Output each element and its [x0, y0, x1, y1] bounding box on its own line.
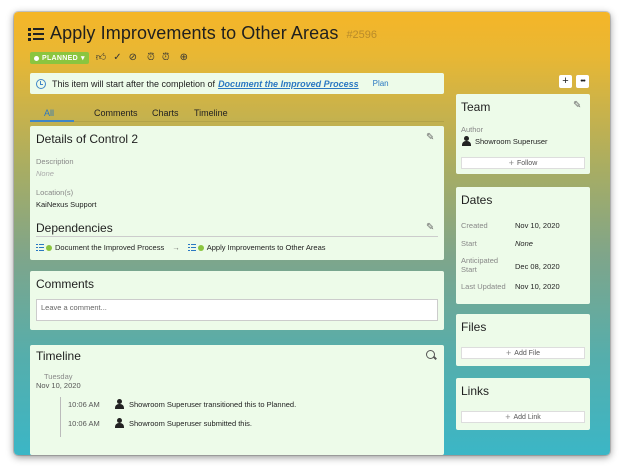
locations-label: Location(s)	[36, 188, 74, 197]
page-title: Apply Improvements to Other Areas	[50, 23, 339, 43]
follow-button[interactable]: + Follow	[461, 157, 585, 169]
zoom-in-icon[interactable]: ⊕	[180, 53, 188, 63]
tab-timeline[interactable]: Timeline	[194, 108, 228, 118]
created-label: Created	[461, 221, 488, 230]
list-icon	[187, 244, 196, 251]
timeline-line	[60, 397, 61, 437]
dependencies-title: Dependencies	[36, 221, 113, 235]
divider	[36, 236, 438, 237]
timeline-card: Timeline Tuesday Nov 10, 2020 10:06 AM S…	[30, 345, 444, 455]
author-label: Author	[461, 125, 484, 134]
stop-circle-icon[interactable]: ⊘	[129, 53, 137, 63]
anticipated-start-value: Dec 08, 2020	[515, 262, 560, 271]
dependency-from[interactable]: Document the Improved Process	[55, 243, 164, 252]
alarm-clock-icon[interactable]: ⏰︎	[147, 53, 155, 63]
plan-link[interactable]: Plan	[373, 79, 389, 88]
chevron-down-icon: ▾	[80, 55, 85, 62]
dependency-chain: Document the Improved Process → Apply Im…	[36, 243, 326, 252]
description-value: None	[36, 169, 54, 178]
team-title: Team	[461, 100, 491, 114]
last-updated-label: Last Updated	[461, 282, 506, 291]
add-button[interactable]: +	[559, 75, 572, 88]
plus-icon: +	[508, 158, 515, 168]
description-label: Description	[36, 157, 74, 166]
event-time: 10:06 AM	[68, 419, 100, 428]
alarm-clock-icon[interactable]: ⏰︎	[162, 53, 170, 63]
comments-title: Comments	[36, 277, 95, 291]
item-id: #2596	[346, 28, 378, 41]
checkmark-circle-icon[interactable]: ✓	[113, 53, 121, 63]
status-dot-icon	[197, 244, 204, 251]
anticipated-start-label: Anticipated Start	[461, 256, 499, 274]
title-row: Apply Improvements to Other Areas #2596	[28, 23, 377, 44]
banner-text: This item will start after the completio…	[52, 78, 216, 89]
add-link-button[interactable]: + Add Link	[461, 411, 585, 423]
status-toolbar: PLANNED ▾ 👍︎ ✓ ⊘ ⏰︎ ⏰︎ ⊕	[30, 52, 188, 64]
list-icon	[36, 244, 44, 251]
locations-value: KaiNexus Support	[36, 200, 97, 209]
tab-bar: All Comments Charts Timeline	[30, 106, 444, 122]
app-window: Apply Improvements to Other Areas #2596 …	[14, 12, 610, 455]
active-tab-indicator	[30, 120, 74, 122]
timeline-day: Tuesday	[44, 372, 73, 381]
tab-comments[interactable]: Comments	[94, 108, 138, 118]
plus-icon: +	[505, 412, 511, 422]
banner-dependency-link[interactable]: Document the Improved Process	[218, 79, 359, 89]
links-card: Links + Add Link	[456, 378, 590, 430]
author-name[interactable]: Showroom Superuser	[475, 137, 548, 146]
team-card: Team ✎ Author Showroom Superuser + Follo…	[456, 94, 590, 174]
edit-pencil-icon[interactable]: ✎	[573, 100, 581, 111]
event-time: 10:06 AM	[68, 400, 100, 409]
comments-card: Comments Leave a comment...	[30, 271, 444, 330]
timeline-date: Nov 10, 2020	[36, 381, 81, 390]
dependency-banner: This item will start after the completio…	[30, 73, 444, 94]
dependency-to[interactable]: Apply Improvements to Other Areas	[207, 243, 326, 252]
last-updated-value: Nov 10, 2020	[515, 282, 560, 291]
status-badge[interactable]: PLANNED ▾	[30, 52, 89, 64]
user-icon	[115, 399, 124, 409]
comment-input[interactable]: Leave a comment...	[36, 299, 438, 321]
user-icon	[115, 418, 124, 428]
status-dot-icon	[34, 55, 39, 61]
dates-title: Dates	[461, 193, 493, 207]
event-text: Showroom Superuser submitted this.	[129, 419, 252, 428]
details-card: Details of Control 2 ✎ Description None …	[30, 126, 444, 260]
tab-all[interactable]: All	[44, 108, 54, 118]
tab-charts[interactable]: Charts	[152, 108, 179, 118]
timeline-title: Timeline	[36, 349, 81, 363]
arrow-right-icon: →	[172, 243, 180, 252]
clock-icon	[36, 78, 46, 89]
created-value: Nov 10, 2020	[515, 221, 560, 230]
start-label: Start	[461, 239, 477, 248]
add-file-button[interactable]: + Add File	[461, 347, 585, 359]
edit-pencil-icon[interactable]: ✎	[426, 222, 434, 233]
user-icon	[462, 136, 471, 146]
thumbs-up-icon[interactable]: 👍︎	[96, 53, 106, 63]
event-text: Showroom Superuser transitioned this to …	[129, 400, 297, 409]
search-icon[interactable]	[426, 350, 435, 359]
more-options-button[interactable]: •••	[576, 75, 589, 88]
dates-card: Dates Created Nov 10, 2020 Start None An…	[456, 187, 590, 304]
start-value: None	[515, 239, 533, 248]
status-dot-icon	[46, 244, 52, 251]
list-icon	[28, 26, 44, 42]
links-title: Links	[461, 384, 490, 398]
files-title: Files	[461, 320, 487, 334]
details-title: Details of Control 2	[36, 132, 139, 146]
files-card: Files + Add File	[456, 314, 590, 366]
plus-icon: +	[506, 348, 512, 358]
edit-pencil-icon[interactable]: ✎	[426, 132, 434, 143]
